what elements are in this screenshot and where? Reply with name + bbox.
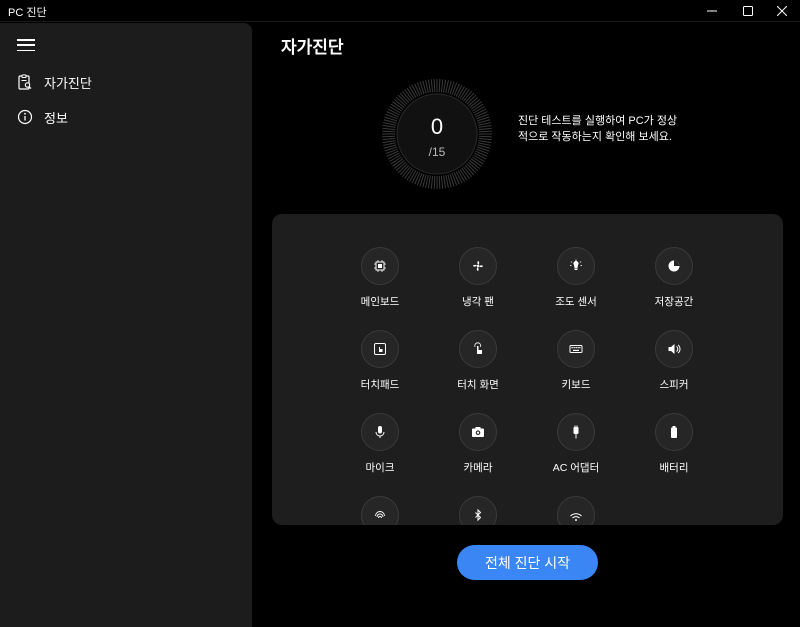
test-label: 터치패드: [360, 379, 400, 391]
test-label: 배터리: [659, 462, 689, 474]
minimize-icon: [707, 10, 717, 12]
keyboard-icon: [557, 330, 595, 368]
test-label: 터치 화면: [457, 379, 499, 391]
close-icon: [777, 6, 787, 16]
storage-pie-icon: [655, 247, 693, 285]
wifi-icon: [557, 496, 595, 525]
speaker-icon: [655, 330, 693, 368]
maximize-icon: [743, 6, 753, 16]
fingerprint-icon: [361, 496, 399, 525]
sidebar-item-self-diagnosis[interactable]: 자가진단: [16, 71, 92, 93]
test-label: 냉각 팬: [462, 296, 494, 308]
test-tile-camera[interactable]: 카메라: [428, 413, 528, 483]
test-tile-touchpad[interactable]: 터치패드: [330, 330, 430, 400]
bluetooth-icon: [459, 496, 497, 525]
sidebar-item-info[interactable]: 정보: [16, 106, 68, 128]
test-tile-wifi[interactable]: [526, 496, 626, 525]
minimize-button[interactable]: [693, 0, 731, 22]
test-tile-mainboard[interactable]: 메인보드: [330, 247, 430, 317]
test-tile-keyboard[interactable]: 키보드: [526, 330, 626, 400]
test-tile-bluetooth[interactable]: [428, 496, 528, 525]
test-label: AC 어댑터: [552, 462, 600, 474]
battery-icon: [655, 413, 693, 451]
test-tile-speaker[interactable]: 스피커: [624, 330, 724, 400]
page-title: 자가진단: [281, 38, 344, 57]
score-gauge: 0 /15: [381, 78, 493, 190]
test-label: 키보드: [561, 379, 591, 391]
sidebar-item-label: 자가진단: [44, 75, 92, 91]
test-label: 저장공간: [654, 296, 694, 308]
info-icon: [16, 108, 34, 126]
test-label: 메인보드: [360, 296, 400, 308]
microphone-icon: [361, 413, 399, 451]
test-tile-storage[interactable]: 저장공간: [624, 247, 724, 317]
maximize-button[interactable]: [729, 0, 767, 22]
ac-adapter-icon: [557, 413, 595, 451]
hamburger-icon[interactable]: [16, 37, 36, 53]
start-full-diagnosis-button[interactable]: 전체 진단 시작: [457, 545, 598, 580]
fan-icon: [459, 247, 497, 285]
test-grid-panel: 메인보드 냉각 팬 조도 센서 저장공간 터치패드 터치 화면 키보드 스피커 …: [272, 214, 783, 525]
test-tile-touch-screen[interactable]: 터치 화면: [428, 330, 528, 400]
test-label: 카메라: [463, 462, 493, 474]
sidebar-item-label: 정보: [44, 110, 68, 126]
test-tile-microphone[interactable]: 마이크: [330, 413, 430, 483]
window-title: PC 진단: [8, 7, 47, 19]
camera-icon: [459, 413, 497, 451]
test-tile-cooling-fan[interactable]: 냉각 팬: [428, 247, 528, 317]
touchpad-icon: [361, 330, 399, 368]
test-label: 스피커: [659, 379, 689, 391]
close-button[interactable]: [763, 0, 800, 22]
test-label: 조도 센서: [555, 296, 597, 308]
test-tile-ac-adapter[interactable]: AC 어댑터: [526, 413, 626, 483]
touch-screen-icon: [459, 330, 497, 368]
score-total: /15: [428, 145, 446, 159]
light-sensor-icon: [557, 247, 595, 285]
test-tile-fingerprint[interactable]: [330, 496, 430, 525]
description-text: 진단 테스트를 실행하여 PC가 정상적으로 작동하는지 확인해 보세요.: [518, 115, 678, 143]
test-tile-battery[interactable]: 배터리: [624, 413, 724, 483]
title-bar: PC 진단: [0, 0, 800, 22]
chip-icon: [361, 247, 399, 285]
score-value: 0: [430, 114, 444, 139]
test-tile-light-sensor[interactable]: 조도 센서: [526, 247, 626, 317]
sidebar: 자가진단 정보: [0, 23, 252, 627]
test-label: 마이크: [365, 462, 395, 474]
clipboard-search-icon: [16, 73, 34, 91]
